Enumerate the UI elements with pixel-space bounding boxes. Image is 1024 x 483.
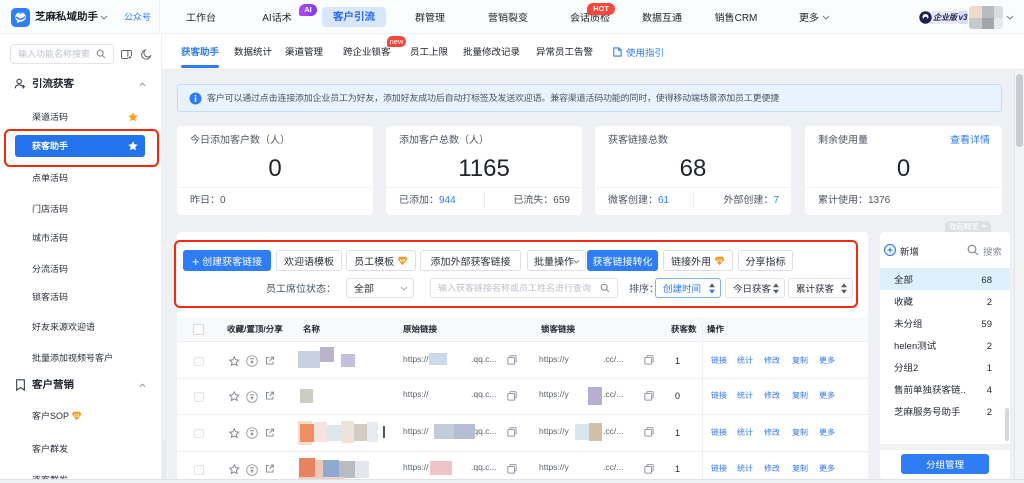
svg-text:V2: V2 (74, 413, 80, 419)
